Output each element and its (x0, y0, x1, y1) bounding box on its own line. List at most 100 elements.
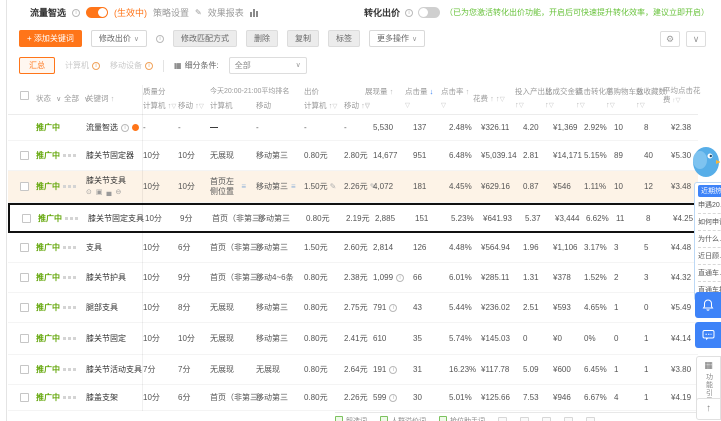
copy-button[interactable]: 复制 (287, 30, 319, 47)
grid-icon: ▦ (697, 360, 720, 371)
metric-sort-3[interactable]: 点击率 ↑▽ (441, 86, 469, 109)
metric-sort-1[interactable]: 展现量 ↑▽ (365, 86, 393, 109)
bid-mobile-cell[interactable]: 2.60元 (344, 233, 368, 262)
bid-mobile-cell[interactable]: 2.64元 (344, 355, 368, 384)
delete-button[interactable]: 删除 (246, 30, 278, 47)
bid-pc-cell[interactable]: 0.80元 (304, 293, 328, 322)
faq-link[interactable]: 申遇20… (698, 197, 721, 214)
assistant-mascot-icon[interactable] (688, 140, 720, 185)
tab-summary[interactable]: 汇总 (19, 57, 55, 74)
row-checkbox[interactable] (20, 293, 29, 322)
keyword-cell[interactable]: 膝关节固定器 (86, 141, 134, 170)
bid-mobile-cell[interactable]: 2.26元✎ (344, 171, 376, 202)
edit-icon[interactable]: ✎ (195, 8, 202, 17)
modify-match-button[interactable]: 修改匹配方式 (173, 30, 237, 47)
cell-avg-click-cost: ¥4.19 (671, 385, 691, 410)
row-checkbox[interactable] (20, 141, 29, 170)
effect-report-link[interactable]: 效果报表 (208, 6, 244, 19)
edit-icon[interactable]: ✎ (330, 182, 337, 191)
bid-pc-cell[interactable]: 0.80元 (304, 141, 328, 170)
bid-pc-cell[interactable]: 0.80元 (304, 385, 328, 410)
keyword-cell[interactable]: 膝盖支架 (86, 385, 118, 410)
bid-pc-sort[interactable]: 计算机 ↑▽ (304, 100, 337, 111)
select-all-checkbox[interactable] (20, 91, 29, 102)
bid-mobile-cell[interactable]: 2.19元 (346, 205, 370, 231)
tab-pc[interactable]: 计算机i (65, 60, 100, 71)
rank-mobile-cell: 移动第三 (256, 233, 288, 262)
faq-link[interactable]: 直通车…厂 (698, 265, 721, 282)
bid-mobile-cell[interactable]: 2.80元 (344, 141, 368, 170)
quality-pc-sort[interactable]: 计算机 ↑▽ (143, 100, 176, 111)
bid-pc-cell[interactable]: 0.80元 (304, 323, 328, 354)
bid-pc-cell[interactable]: 1.50元✎ (304, 171, 336, 202)
bid-pc-cell[interactable]: 0.80元 (304, 355, 328, 384)
back-to-top-button[interactable]: ↑ (696, 398, 721, 420)
modify-bid-dropdown[interactable]: 修改出价∨ (91, 30, 147, 47)
keyword-cell[interactable]: 膝关节支具⊙▣▄⊖ (86, 175, 126, 196)
info-icon[interactable]: i (389, 304, 397, 312)
row-checkbox[interactable] (20, 171, 29, 202)
keyword-tools[interactable]: ⊙▣▄⊖ (86, 188, 126, 196)
add-keyword-button[interactable]: + 添加关键词 (19, 30, 82, 47)
info-icon[interactable]: i (396, 274, 404, 282)
keyword-cell[interactable]: 膝关节护具 (86, 263, 126, 292)
row-checkbox[interactable] (20, 263, 29, 292)
bid-mobile-cell[interactable]: 2.75元 (344, 293, 368, 322)
info-icon[interactable]: i (389, 394, 397, 402)
tag-button[interactable]: 标签 (328, 30, 360, 47)
row-checkbox[interactable] (20, 385, 29, 410)
quality-mobile-sort[interactable]: 移动 ↑▽ (178, 100, 204, 111)
strategy-settings-link[interactable]: 策略设置 (153, 6, 189, 19)
rank-detail-icon[interactable]: ≡ (241, 182, 246, 192)
bid-pc-cell[interactable]: 0.80元 (306, 205, 330, 231)
status-filter[interactable]: 状态 ∨ (36, 93, 61, 104)
bid-pc-cell[interactable]: 1.50元 (304, 233, 328, 262)
info-icon[interactable]: i (389, 366, 397, 374)
keyword-cell[interactable]: 腿部支具 (86, 293, 118, 322)
row-checkbox[interactable] (22, 205, 31, 231)
tab-mobile[interactable]: 移动设备i (110, 60, 153, 71)
faq-link[interactable]: 如何申请图片功能 (698, 214, 721, 231)
bid-mobile-cell[interactable]: - (344, 115, 347, 140)
cell-gmv: ¥946 (553, 385, 571, 410)
info-icon[interactable]: i (156, 35, 164, 43)
chevron-down-icon[interactable]: ∨ (686, 31, 706, 47)
faq-link[interactable]: 近日顾… (698, 248, 721, 265)
bid-mobile-cell[interactable]: 2.26元 (344, 385, 368, 410)
cell-ctr: 5.01% (449, 385, 472, 410)
conversion-bid-toggle[interactable] (418, 7, 440, 18)
metric-sort-10[interactable]: 平均点击花费 ↑▽ (663, 86, 701, 106)
row-checkbox[interactable] (20, 323, 29, 354)
more-actions-dropdown[interactable]: 更多操作∨ (369, 30, 425, 47)
faq-link[interactable]: 为什么… (698, 231, 721, 248)
keyword-cell[interactable]: 膝关节固定支具 (88, 205, 144, 231)
gear-icon[interactable]: ⚙ (660, 31, 680, 47)
row-checkbox[interactable] (20, 355, 29, 384)
bar-chart-icon[interactable] (250, 8, 259, 17)
info-icon[interactable]: i (405, 9, 413, 17)
keyword-sort[interactable]: 关键词 ↑ (86, 93, 114, 104)
metric-sort-4[interactable]: 花费 ↑ ↑▽ (473, 93, 505, 104)
bid-pc-cell[interactable]: 0.80元 (304, 263, 328, 292)
info-icon[interactable]: i (72, 9, 80, 17)
keyword-cell[interactable]: 膝关节活动支具 (86, 355, 142, 384)
feedback-button[interactable] (695, 322, 721, 348)
quality-pc-cell: 10分 (143, 233, 160, 262)
segment-filter-select[interactable]: 全部∨ (229, 57, 307, 74)
bid-mobile-cell[interactable]: 2.38元 (344, 263, 368, 292)
bid-mobile-cell[interactable]: 2.41元 (344, 323, 368, 354)
keyword-cell[interactable]: 膝关节固定 (86, 323, 126, 354)
rank-mobile-cell: 移动第三≡ (256, 171, 296, 202)
legend-icon (586, 417, 595, 421)
keyword-cell[interactable]: 支具 (86, 233, 102, 262)
rank-detail-icon[interactable]: ≡ (291, 182, 296, 191)
metric-sort-2[interactable]: 点击量 ↓▽ (405, 86, 433, 109)
row-checkbox[interactable] (20, 233, 29, 262)
info-icon[interactable]: i (121, 124, 129, 132)
bid-pc-cell[interactable]: - (304, 115, 307, 140)
hot-icon (132, 124, 139, 131)
metric-sort-9[interactable]: 总收藏数↑▽ (636, 86, 666, 109)
flow-smart-toggle[interactable] (86, 7, 108, 18)
rank-mobile-cell: - (256, 115, 259, 140)
notifications-button[interactable] (695, 292, 721, 318)
